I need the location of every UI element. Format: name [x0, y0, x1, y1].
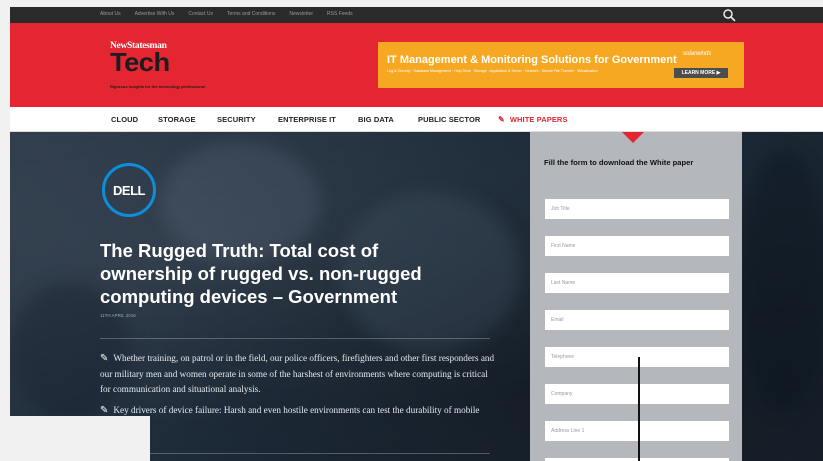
- divider: [100, 453, 490, 454]
- nav-item-enterprise-it[interactable]: ENTERPRISE IT: [278, 115, 336, 124]
- divider: [100, 338, 490, 339]
- top-link-advertise[interactable]: Advertise With Us: [135, 11, 175, 17]
- ad-brand: solarwinds: [683, 51, 712, 57]
- page-margin: [0, 416, 150, 461]
- dell-logo-text: DELL: [113, 182, 145, 198]
- last-name-field[interactable]: [545, 273, 729, 293]
- top-link-rss[interactable]: RSS Feeds: [327, 11, 353, 17]
- job-title-field[interactable]: [545, 199, 729, 219]
- ad-learn-more-button[interactable]: LEARN MORE ▶: [674, 68, 728, 78]
- nav-item-cloud[interactable]: CLOUD: [111, 115, 138, 124]
- nav-item-white-papers-label: WHITE PAPERS: [509, 115, 568, 124]
- nav-item-big-data[interactable]: BIG DATA: [358, 115, 394, 124]
- article-bullet-text: Whether training, on patrol or in the fi…: [100, 353, 495, 394]
- email-field[interactable]: [545, 310, 729, 330]
- top-utility-bar: About Us Advertise With Us Contact Us Te…: [10, 7, 823, 23]
- top-links: About Us Advertise With Us Contact Us Te…: [100, 11, 353, 17]
- telephone-field[interactable]: [545, 347, 729, 367]
- form-title: Fill the form to download the White pape…: [544, 158, 694, 167]
- article-bullet: ✎ Whether training, on patrol or in the f…: [100, 351, 495, 398]
- nav-item-storage[interactable]: STORAGE: [158, 115, 196, 124]
- edit-icon: ✎: [100, 353, 109, 364]
- article-bullet-text: Key drivers of device failure: Harsh and…: [100, 405, 480, 431]
- ad-title: IT Management & Monitoring Solutions for…: [387, 54, 677, 66]
- article-date: 11TH APRIL 2016: [100, 313, 136, 318]
- site-logo[interactable]: NewStatesman Tech Rigorous insights for …: [110, 41, 270, 91]
- text-cursor: [638, 357, 640, 461]
- top-link-newsletter[interactable]: Newsletter: [289, 11, 313, 17]
- form-notch: [622, 132, 644, 143]
- logo-brand-main: Tech: [110, 47, 170, 77]
- ad-banner[interactable]: IT Management & Monitoring Solutions for…: [378, 42, 744, 88]
- first-name-field[interactable]: [545, 236, 729, 256]
- article-title: The Rugged Truth: Total cost of ownershi…: [100, 240, 422, 307]
- page: About Us Advertise With Us Contact Us Te…: [10, 7, 823, 461]
- main-nav: CLOUD STORAGE SECURITY ENTERPRISE IT BIG…: [10, 107, 823, 132]
- edit-icon: ✎: [498, 115, 505, 124]
- logo-tagline: Rigorous insights for the technology pro…: [110, 84, 205, 89]
- top-link-contact-us[interactable]: Contact Us: [188, 11, 213, 17]
- search-icon[interactable]: [722, 8, 736, 22]
- nav-item-security[interactable]: SECURITY: [217, 115, 256, 124]
- dell-logo: DELL: [102, 163, 156, 217]
- background-blur: [740, 152, 823, 412]
- download-form: Fill the form to download the White pape…: [530, 132, 742, 461]
- company-field[interactable]: [545, 384, 729, 404]
- hero-section: DELL The Rugged Truth: Total cost of own…: [10, 132, 823, 461]
- article-bullet: ✎ Key drivers of device failure: Harsh an…: [100, 403, 495, 434]
- address-line-1-field[interactable]: [545, 421, 729, 441]
- ad-subtitle: Log & Security · Database Management · H…: [387, 69, 598, 73]
- site-header: NewStatesman Tech Rigorous insights for …: [10, 23, 823, 107]
- top-link-terms[interactable]: Terms and Conditions: [227, 11, 275, 17]
- nav-item-public-sector[interactable]: PUBLIC SECTOR: [418, 115, 480, 124]
- nav-item-white-papers[interactable]: ✎ WHITE PAPERS: [498, 115, 568, 124]
- top-link-about-us[interactable]: About Us: [100, 11, 121, 17]
